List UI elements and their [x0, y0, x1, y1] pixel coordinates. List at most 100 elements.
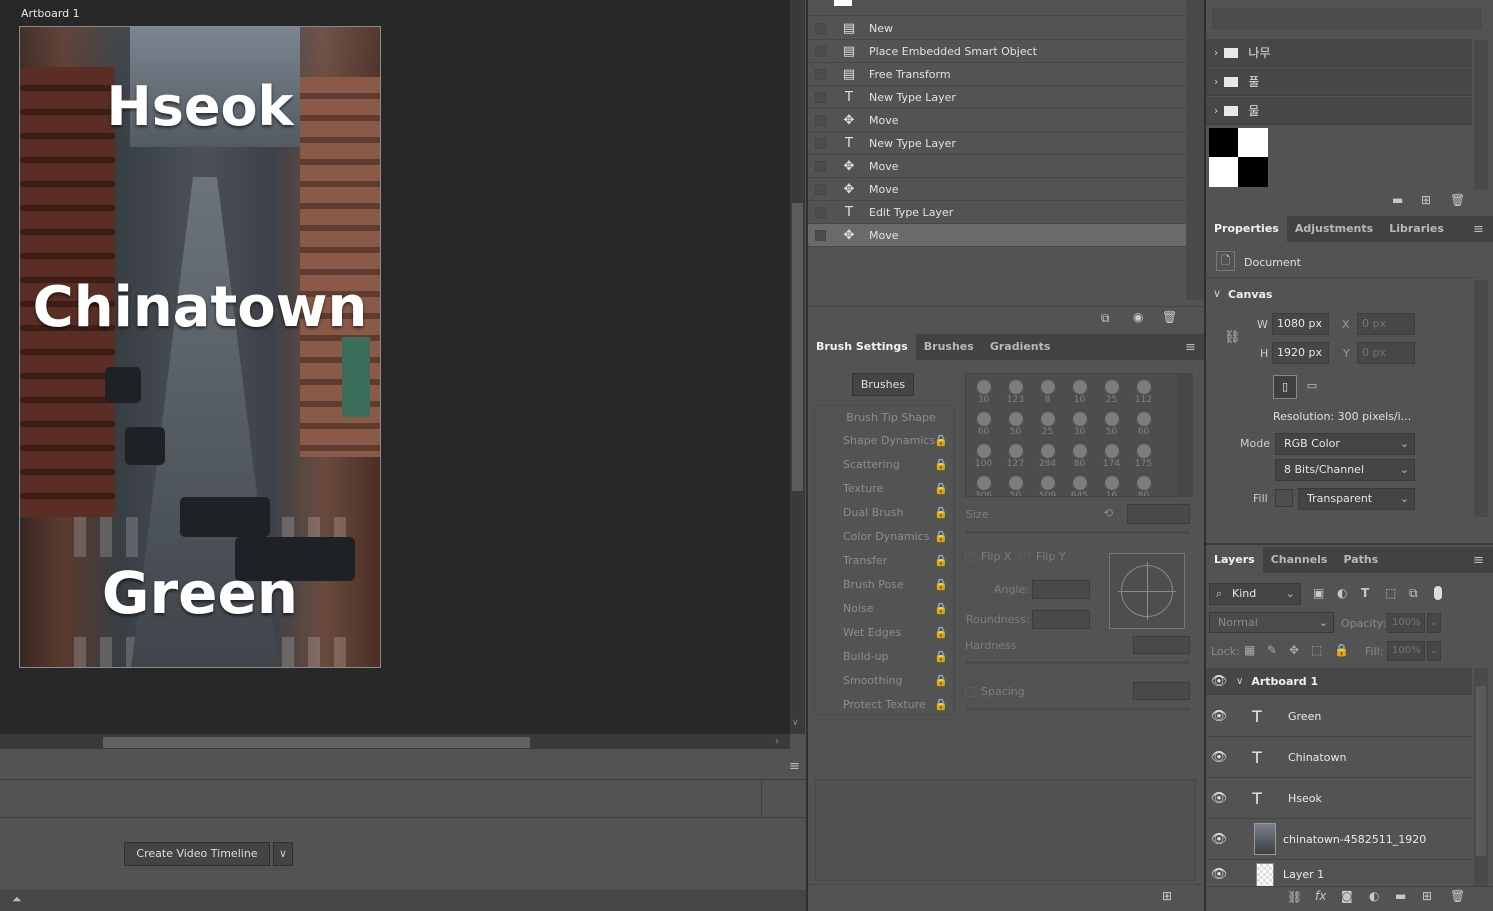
brush-tip-preset[interactable]: 60 [1128, 407, 1159, 439]
timeline-dropdown-chevron-icon[interactable]: ∨ [273, 842, 293, 866]
layer-row[interactable]: 👁 chinatown-4582511_1920 [1206, 819, 1472, 860]
brush-tip-preset[interactable]: 509 [1032, 471, 1063, 496]
hardness-field[interactable] [1133, 636, 1190, 654]
history-item[interactable]: T Edit Type Layer [808, 201, 1186, 224]
brush-tip-preset[interactable]: 25 [1096, 375, 1127, 407]
bit-depth-select[interactable]: 8 Bits/Channel ⌄ [1275, 459, 1415, 481]
flip-x-checkbox[interactable] [965, 552, 975, 562]
brush-tip-preset[interactable]: 123 [1000, 375, 1031, 407]
create-video-timeline-button[interactable]: Create Video Timeline [124, 842, 270, 866]
fill-color-swatch[interactable] [1275, 489, 1293, 507]
brush-option-checkbox[interactable] [826, 507, 836, 517]
eye-visibility-icon[interactable]: 👁 [1206, 709, 1232, 724]
spacing-checkbox[interactable] [965, 687, 975, 697]
history-checkbox[interactable] [815, 91, 826, 103]
scroll-right-arrow-icon[interactable]: › [775, 736, 779, 747]
lock-transparent-icon[interactable]: ▦ [1244, 643, 1255, 657]
brush-tip-preset[interactable]: 80 [1128, 471, 1159, 496]
lock-icon[interactable]: 🔒 [934, 626, 948, 639]
new-layer-icon[interactable]: ⊞ [1422, 889, 1432, 903]
history-checkbox[interactable] [815, 206, 826, 218]
new-swatch-icon[interactable]: ⊞ [1421, 193, 1431, 207]
brush-option-item[interactable]: Smoothing 🔒 [816, 668, 954, 692]
history-checkbox[interactable] [815, 137, 826, 149]
history-item[interactable]: T New Type Layer [808, 132, 1186, 155]
brush-tip-preset[interactable]: 112 [1128, 375, 1159, 407]
layer-row-artboard[interactable]: 👁 ∨ Artboard 1 [1206, 668, 1472, 695]
camera-snapshot-icon[interactable]: ◉ [1133, 310, 1143, 324]
brush-tip-preset[interactable]: 284 [1032, 439, 1063, 471]
tab-libraries[interactable]: Libraries [1381, 216, 1452, 242]
history-checkbox[interactable] [815, 45, 826, 57]
brush-tip-shape-item[interactable]: Brush Tip Shape [816, 405, 954, 429]
timeline-menu-icon[interactable]: ≡ [789, 759, 800, 774]
brush-option-checkbox[interactable] [826, 603, 836, 613]
lock-icon[interactable]: 🔒 [934, 458, 948, 471]
fill-opacity-field[interactable]: 100% [1387, 641, 1425, 661]
properties-scrollbar[interactable] [1474, 280, 1488, 517]
history-item[interactable]: ✥ Move [808, 155, 1186, 178]
shape-layer-filter-icon[interactable]: ⬚ [1385, 586, 1396, 600]
lock-icon[interactable]: 🔒 [934, 434, 948, 447]
lock-position-icon[interactable]: ✥ [1289, 643, 1299, 657]
brush-tip-preset[interactable]: 175 [1128, 439, 1159, 471]
swatch-search-field[interactable] [1212, 8, 1482, 30]
artboard-label[interactable]: Artboard 1 [21, 7, 80, 20]
brush-tip-preset[interactable]: 25 [1032, 407, 1063, 439]
brush-tip-preset[interactable]: 30 [1064, 407, 1095, 439]
tab-properties[interactable]: Properties [1206, 216, 1287, 242]
brush-option-checkbox[interactable] [826, 435, 836, 445]
brush-tip-preset[interactable]: 10 [1064, 375, 1095, 407]
layer-kind-filter[interactable]: ⌕ Kind ⌄ [1209, 583, 1301, 605]
brush-tip-preset[interactable]: 80 [1064, 439, 1095, 471]
artboard-text-chinatown[interactable]: Chinatown [20, 275, 380, 340]
smart-object-filter-icon[interactable]: ⧉ [1409, 586, 1418, 601]
swatch-checker-thumbnail[interactable] [1209, 128, 1268, 187]
canvas-chevron-icon[interactable]: ∨ [1213, 287, 1221, 300]
type-layer-filter-icon[interactable]: T [1361, 586, 1369, 600]
new-group-icon[interactable]: ▬ [1395, 889, 1406, 903]
swatch-folder-row[interactable]: › 풀 [1206, 68, 1472, 96]
brush-option-checkbox[interactable] [826, 555, 836, 565]
layer-row[interactable]: 👁 T Hseok [1206, 778, 1472, 819]
history-checkbox[interactable] [815, 229, 826, 241]
x-field[interactable]: 0 px [1357, 313, 1415, 335]
brush-option-item[interactable]: Noise 🔒 [816, 596, 954, 620]
brush-tip-preset[interactable]: 50 [1096, 407, 1127, 439]
scroll-down-arrow-icon[interactable]: ∨ [792, 718, 799, 728]
history-checkbox[interactable] [815, 160, 826, 172]
lock-icon[interactable]: 🔒 [934, 482, 948, 495]
swatch-folder-row[interactable]: › 나무 [1206, 39, 1472, 67]
history-scrollbar[interactable] [1186, 0, 1204, 300]
size-slider[interactable] [966, 531, 1190, 534]
tab-brushes[interactable]: Brushes [916, 334, 982, 360]
chevron-right-icon[interactable]: › [1214, 104, 1218, 117]
swatch-folder-row[interactable]: › 물 [1206, 97, 1472, 125]
artboard-text-green[interactable]: Green [20, 559, 380, 627]
y-field[interactable]: 0 px [1357, 342, 1415, 364]
brush-tip-preset[interactable]: 645 [1064, 471, 1095, 496]
lock-brush-icon[interactable]: ✎ [1267, 643, 1277, 657]
lock-artboard-icon[interactable]: ⬚ [1311, 643, 1322, 657]
brush-tip-preset[interactable]: 174 [1096, 439, 1127, 471]
history-checkbox[interactable] [815, 114, 826, 126]
eye-visibility-icon[interactable]: 👁 [1206, 867, 1232, 882]
history-item[interactable]: T New Type Layer [808, 86, 1186, 109]
opacity-chevron-icon[interactable]: ⌄ [1427, 613, 1441, 633]
history-item[interactable]: ✥ Move [808, 224, 1186, 247]
brushes-button[interactable]: Brushes [852, 373, 914, 396]
brush-tip-preset[interactable]: 127 [1000, 439, 1031, 471]
brush-tip-preset[interactable]: 306 [968, 471, 999, 496]
brush-option-item[interactable]: Brush Pose 🔒 [816, 572, 954, 596]
tab-paths[interactable]: Paths [1335, 547, 1386, 573]
hardness-slider[interactable] [966, 661, 1190, 664]
roundness-field[interactable] [1032, 610, 1090, 629]
brush-option-item[interactable]: Wet Edges 🔒 [816, 620, 954, 644]
blend-mode-select[interactable]: Normal ⌄ [1209, 612, 1334, 633]
brush-option-checkbox[interactable] [826, 483, 836, 493]
brush-option-item[interactable]: Transfer 🔒 [816, 548, 954, 572]
brush-option-checkbox[interactable] [826, 699, 836, 709]
brush-angle-preview[interactable] [1109, 553, 1185, 629]
history-item[interactable]: ✥ Move [808, 178, 1186, 201]
layers-menu-icon[interactable]: ≡ [1473, 553, 1484, 568]
